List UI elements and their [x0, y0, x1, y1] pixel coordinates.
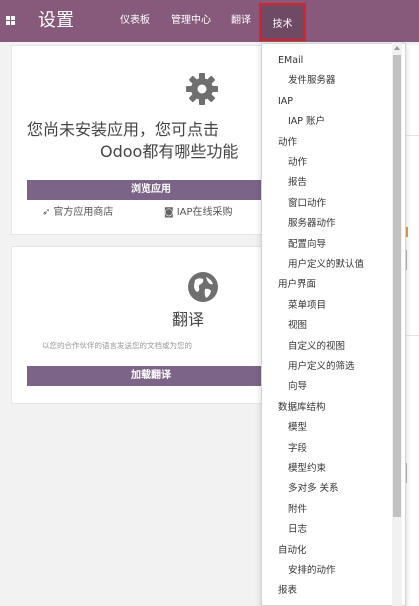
rocket-icon: ➶	[42, 207, 51, 218]
menu-item[interactable]: 窗口动作	[288, 197, 326, 211]
menu-section-header: 动作	[278, 136, 298, 148]
menu-item[interactable]: 字段	[288, 442, 307, 456]
nav-technical[interactable]: 技术	[259, 3, 306, 41]
menu-section-header: 数据库结构	[278, 401, 326, 413]
menu-item[interactable]: 配置向导	[288, 238, 326, 252]
menu-item[interactable]: IAP 账户	[288, 115, 325, 129]
nav-admin-center[interactable]: 管理中心	[171, 14, 211, 28]
load-translation-button[interactable]: 加载翻译	[27, 366, 275, 386]
translation-card: 翻译 以您的合作伙伴的语言发送您的文档或为您的 加载翻译	[11, 246, 275, 404]
panel-field-edge	[406, 463, 409, 483]
menu-item[interactable]: 向导	[288, 380, 307, 394]
apps-card: 您尚未安装应用，您可点击 Odoo都有哪些功能 浏览应用 ➶ 官方应用商店 ◙ IA…	[11, 45, 275, 235]
iap-label: IAP在线采购	[176, 207, 233, 218]
app-store-label: 官方应用商店	[53, 207, 114, 218]
scroll-thumb[interactable]	[393, 55, 401, 517]
nav-dashboard[interactable]: 仪表板	[120, 14, 150, 28]
menu-section-header: 用户界面	[278, 279, 317, 291]
menu-section-header: 报表	[278, 585, 298, 597]
camera-icon: ◙	[164, 207, 174, 218]
menu-section-header: EMail	[278, 55, 304, 66]
translation-subtitle: 以您的合作伙伴的语言发送您的文档或为您的	[42, 341, 192, 350]
gear-icon	[186, 73, 218, 105]
translation-title: 翻译	[172, 310, 205, 329]
menu-item[interactable]: 报告	[288, 176, 307, 190]
menu-item[interactable]: 用户定义的筛选	[288, 360, 355, 374]
menu-item[interactable]: 安排的动作	[288, 564, 336, 578]
menu-item[interactable]: 日志	[288, 523, 307, 537]
menu-item[interactable]: 动作	[288, 156, 307, 170]
panel-field-edge	[406, 250, 409, 270]
menu-item[interactable]: 模型约束	[288, 462, 326, 476]
menu-item[interactable]: 菜单项目	[288, 299, 326, 313]
menu-section-header: 自动化	[278, 544, 307, 556]
globe-icon	[188, 272, 218, 302]
menu-section-header: IAP	[278, 95, 294, 107]
top-navbar: 设置 仪表板 管理中心 翻译 技术	[0, 0, 419, 42]
menu-item[interactable]: 用户定义的默认值	[288, 258, 364, 272]
technical-dropdown-menu: EMail 发件服务器 IAP IAP 账户 动作 动作 报告 窗口动作 服务器动作 配置向导 用户…	[261, 43, 406, 606]
nav-translate[interactable]: 翻译	[231, 14, 251, 28]
app-title: 设置	[38, 10, 74, 31]
menu-item[interactable]: 自定义的视图	[288, 340, 345, 354]
browse-apps-button[interactable]: 浏览应用	[27, 180, 275, 200]
menu-item[interactable]: 多对多 关系	[288, 482, 339, 496]
menu-item[interactable]: 发件服务器	[288, 74, 336, 88]
apps-menu-icon[interactable]	[6, 16, 15, 25]
menu-item[interactable]: 模型	[288, 421, 307, 435]
menu-item[interactable]: 服务器动作	[288, 217, 336, 231]
iap-link[interactable]: ◙ IAP在线采购	[164, 206, 233, 220]
menu-item[interactable]: 视图	[288, 319, 307, 333]
dropdown-scrollbar[interactable]	[392, 43, 402, 606]
app-store-link[interactable]: ➶ 官方应用商店	[42, 206, 113, 220]
menu-item[interactable]: 附件	[288, 503, 307, 517]
scroll-up-arrow-icon[interactable]	[394, 46, 400, 50]
